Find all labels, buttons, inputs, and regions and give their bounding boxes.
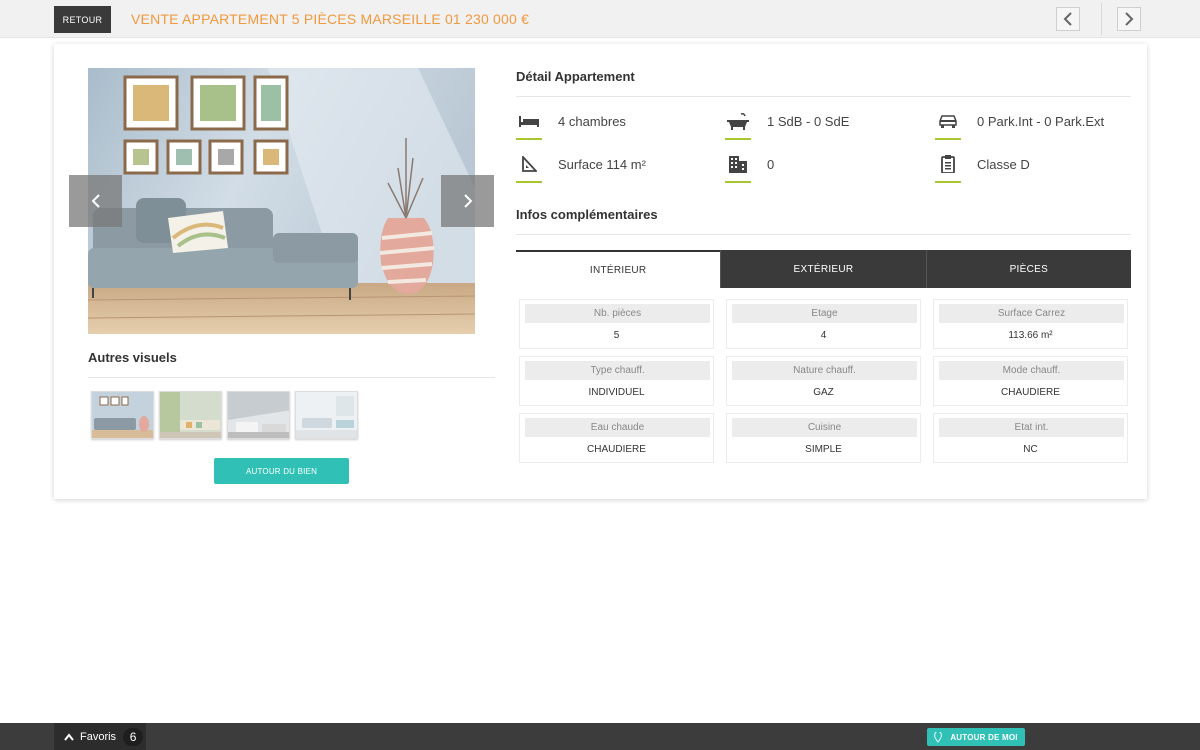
back-button[interactable]: RETOUR: [54, 6, 111, 33]
favorites-label: Favoris: [80, 730, 117, 743]
thumbnail-image: [160, 392, 221, 438]
chevron-left-icon: [1063, 12, 1072, 26]
thumbnail-1[interactable]: [91, 391, 154, 439]
extra-info-title: Infos complémentaires: [516, 207, 658, 222]
info-value: 5: [613, 330, 620, 341]
info-cell: Nature chauff. GAZ: [726, 356, 921, 406]
tab-pieces[interactable]: PIÈCES: [925, 250, 1131, 288]
clipboard-icon: [935, 151, 961, 177]
favorites-count-badge: 6: [123, 727, 144, 746]
info-label: Type chauff.: [525, 361, 710, 380]
detail-floor: 0: [725, 151, 925, 191]
info-cell: Cuisine SIMPLE: [726, 413, 921, 463]
detail-underline: [516, 138, 542, 140]
carousel-next-button[interactable]: [441, 175, 494, 227]
bathtub-icon: [725, 108, 751, 134]
info-cell: Nb. pièces 5: [519, 299, 714, 349]
info-cell: Etage 4: [726, 299, 921, 349]
divider: [88, 377, 495, 378]
chevron-left-icon: [91, 194, 100, 208]
detail-text: 4 chambres: [558, 114, 626, 129]
favorites-button[interactable]: Favoris 6: [54, 723, 146, 750]
property-card: Autres visuels AUTOUR DU BIEN Détail App…: [54, 44, 1147, 499]
info-label: Mode chauff.: [939, 361, 1124, 380]
info-cell: Type chauff. INDIVIDUEL: [519, 356, 714, 406]
main-photo: [88, 68, 475, 334]
detail-underline: [935, 181, 961, 183]
detail-bathrooms: 1 SdB - 0 SdE: [725, 108, 925, 148]
detail-text: Classe D: [977, 157, 1030, 172]
info-value: SIMPLE: [805, 444, 842, 455]
chevron-right-icon: [463, 194, 472, 208]
living-room-image: [88, 68, 475, 334]
divider: [516, 96, 1131, 97]
page-title: VENTE APPARTEMENT 5 PIÈCES MARSEILLE 01 …: [131, 11, 530, 27]
detail-bedrooms: 4 chambres: [516, 108, 716, 148]
around-me-button[interactable]: AUTOUR DE MOI: [927, 728, 1025, 746]
info-value: CHAUDIERE: [587, 444, 646, 455]
detail-text: 0: [767, 157, 775, 172]
detail-text: 1 SdB - 0 SdE: [767, 114, 850, 129]
info-value: CHAUDIERE: [1001, 387, 1060, 398]
info-value: INDIVIDUEL: [588, 387, 645, 398]
thumbnail-image: [228, 392, 289, 438]
thumbnail-image: [92, 392, 153, 438]
carousel-prev-button[interactable]: [69, 175, 122, 227]
info-label: Cuisine: [732, 418, 917, 437]
nav-divider: [1101, 3, 1102, 35]
info-value: GAZ: [813, 387, 834, 398]
info-tabs: INTÉRIEUR EXTÉRIEUR PIÈCES: [516, 250, 1131, 288]
detail-underline: [725, 138, 751, 140]
tab-interieur[interactable]: INTÉRIEUR: [516, 250, 721, 288]
detail-text: Surface 114 m²: [558, 157, 646, 172]
around-property-button[interactable]: AUTOUR DU BIEN: [214, 458, 349, 484]
detail-underline: [516, 181, 542, 183]
around-me-label: AUTOUR DE MOI: [950, 732, 1018, 742]
thumbnail-4[interactable]: [295, 391, 358, 439]
info-value: 113.66 m²: [1008, 330, 1053, 341]
info-label: Nb. pièces: [525, 304, 710, 323]
building-icon: [725, 151, 751, 177]
info-value: 4: [820, 330, 827, 341]
set-square-icon: [516, 151, 542, 177]
thumbnail-2[interactable]: [159, 391, 222, 439]
chevron-right-icon: [1125, 12, 1134, 26]
detail-text: 0 Park.Int - 0 Park.Ext: [977, 114, 1105, 129]
thumbnail-3[interactable]: [227, 391, 290, 439]
top-bar: RETOUR VENTE APPARTEMENT 5 PIÈCES MARSEI…: [0, 0, 1200, 38]
previous-listing-button[interactable]: [1056, 7, 1080, 31]
car-icon: [935, 108, 961, 134]
detail-parking: 0 Park.Int - 0 Park.Ext: [935, 108, 1135, 148]
thumbnail-image: [296, 392, 357, 438]
other-visuals-title: Autres visuels: [88, 350, 177, 365]
info-cell: Mode chauff. CHAUDIERE: [933, 356, 1128, 406]
detail-underline: [725, 181, 751, 183]
info-label: Nature chauff.: [732, 361, 917, 380]
detail-surface: Surface 114 m²: [516, 151, 716, 191]
detail-energy-class: Classe D: [935, 151, 1135, 191]
info-label: Etage: [732, 304, 917, 323]
tab-exterieur[interactable]: EXTÉRIEUR: [720, 250, 926, 288]
location-pin-icon: [934, 731, 943, 743]
bed-icon: [516, 108, 542, 134]
info-value: NC: [1023, 444, 1038, 455]
info-cell: Eau chaude CHAUDIERE: [519, 413, 714, 463]
chevron-up-icon: [64, 732, 74, 741]
info-label: Etat int.: [939, 418, 1124, 437]
bottom-bar: Favoris 6 AUTOUR DE MOI: [0, 723, 1200, 750]
details-title: Détail Appartement: [516, 69, 635, 84]
info-label: Eau chaude: [525, 418, 710, 437]
info-cell: Etat int. NC: [933, 413, 1128, 463]
detail-underline: [935, 138, 961, 140]
info-label: Surface Carrez: [939, 304, 1124, 323]
info-cell: Surface Carrez 113.66 m²: [933, 299, 1128, 349]
next-listing-button[interactable]: [1117, 7, 1141, 31]
divider: [516, 234, 1131, 235]
